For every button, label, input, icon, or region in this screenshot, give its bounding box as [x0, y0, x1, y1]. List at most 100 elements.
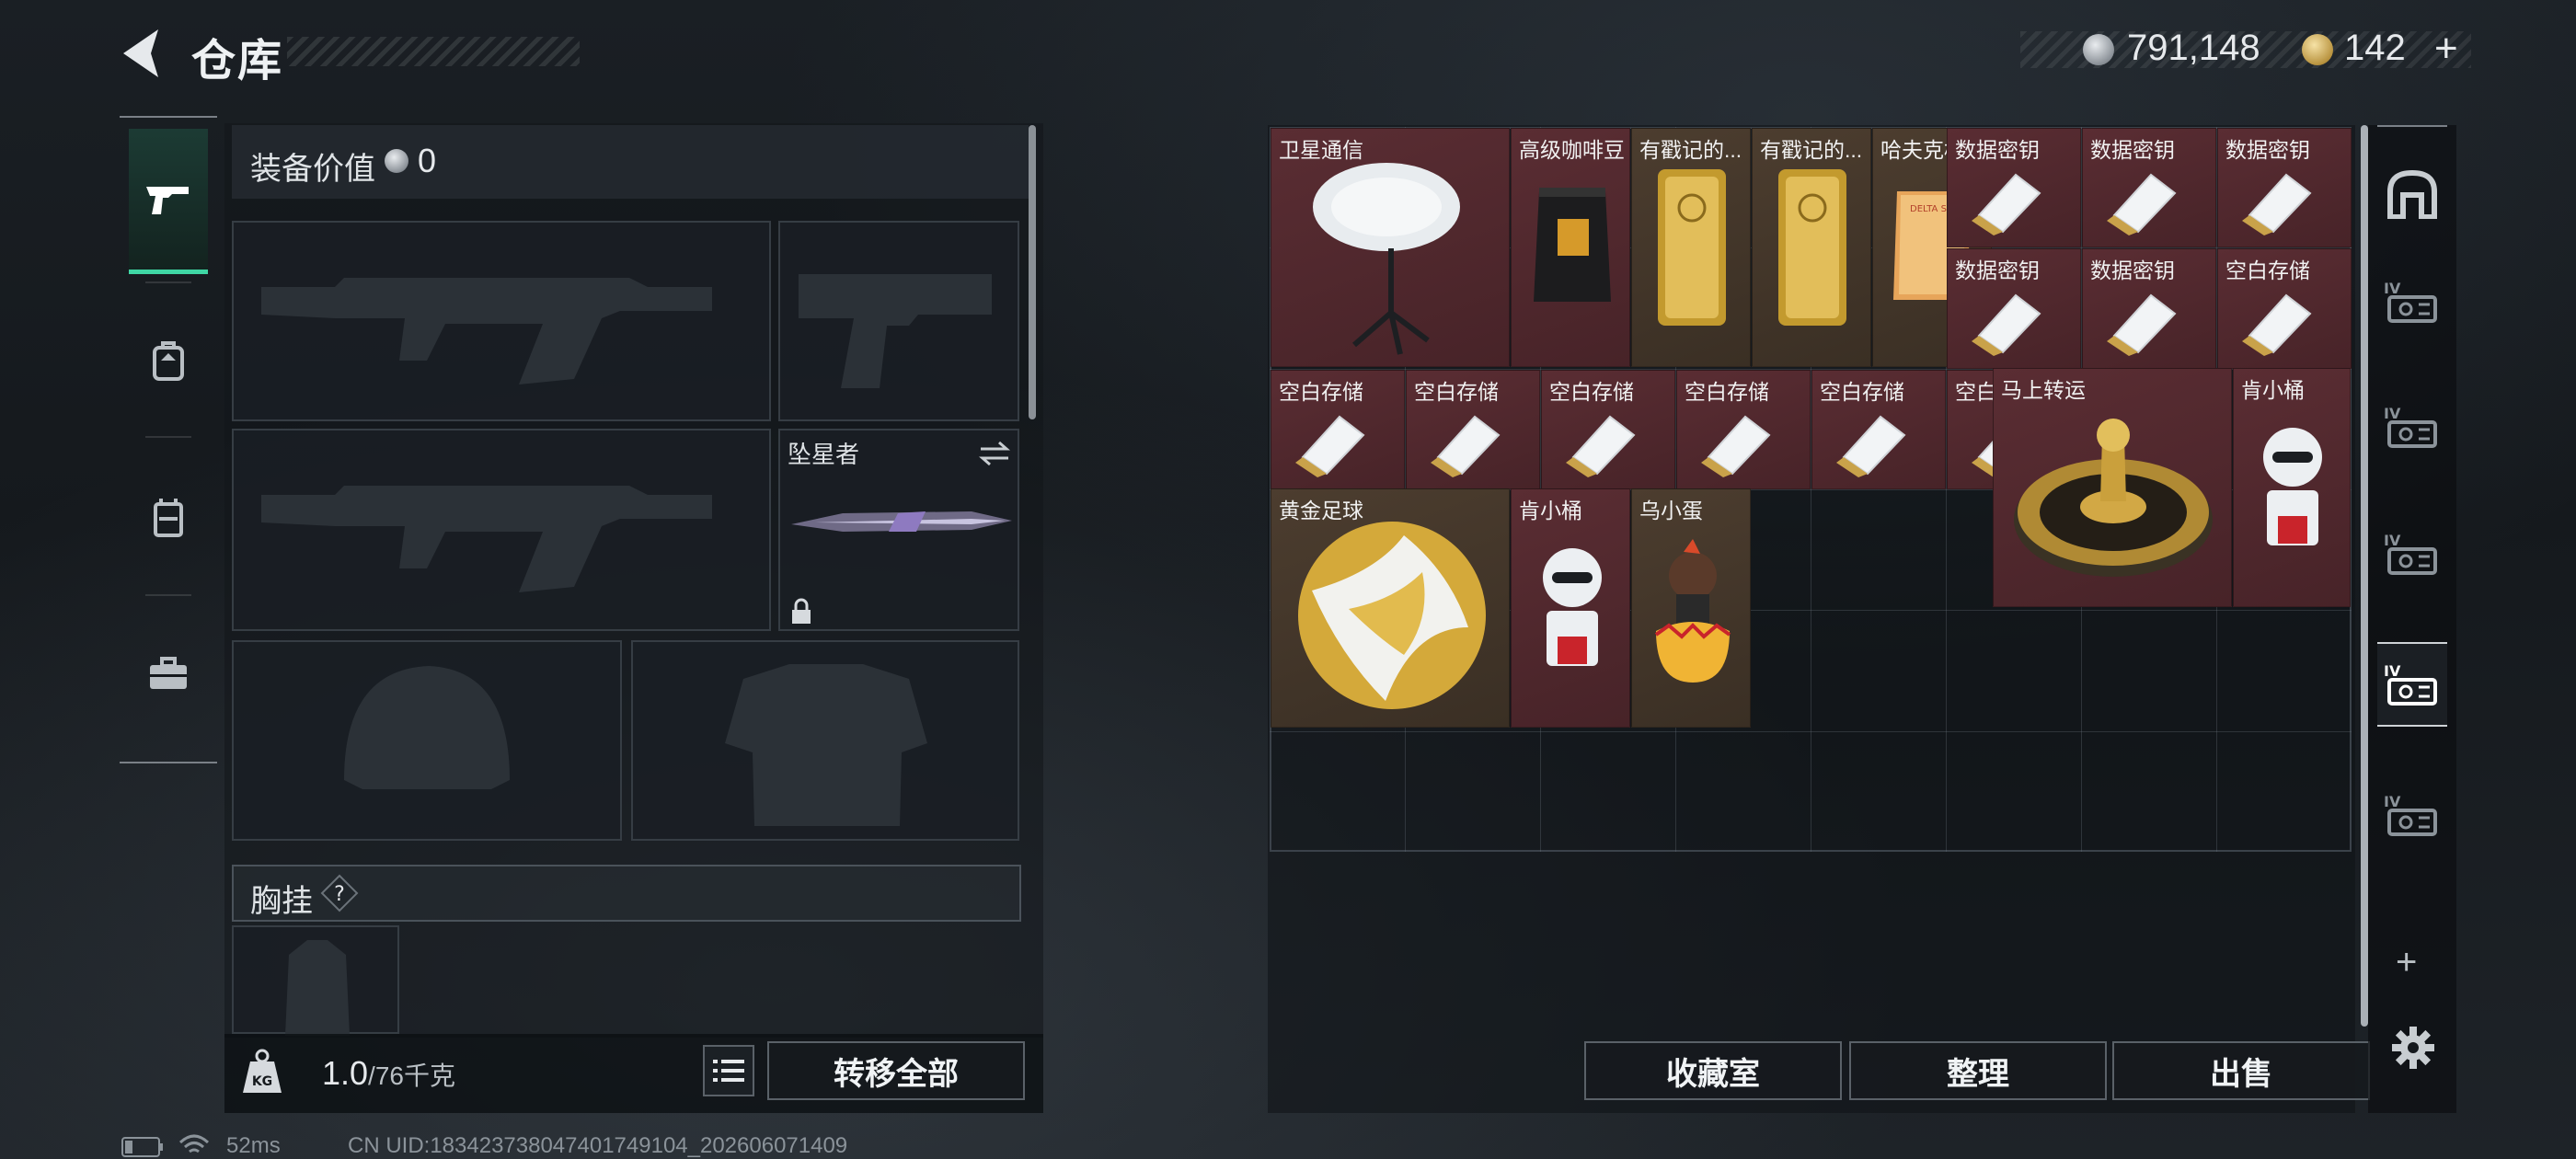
item-name: 数据密钥 — [2090, 138, 2175, 162]
item-data-key-4[interactable]: 数据密钥 — [1947, 248, 2081, 369]
stash-tab-5[interactable]: IV — [2377, 773, 2447, 857]
item-blank-storage-2[interactable]: 空白存储 — [1271, 369, 1405, 489]
stash-scrollbar[interactable] — [2361, 125, 2368, 1027]
usb-key-icon — [1836, 415, 1906, 477]
uid-readout: CN UID:18342373804740174910­4_2026060714… — [348, 1133, 848, 1158]
organize-button[interactable]: 整理 — [1849, 1041, 2107, 1100]
item-data-key-5[interactable]: 数据密钥 — [2082, 248, 2216, 369]
vest-icon — [154, 499, 183, 537]
usb-key-icon — [1701, 415, 1771, 477]
pistol-icon — [146, 186, 189, 214]
case-tier-icon: IV — [2384, 793, 2437, 836]
item-blank-storage-3[interactable]: 空白存储 — [1406, 369, 1540, 489]
tab-rail-divider — [2377, 125, 2447, 127]
kfc-figure-icon — [2263, 428, 2322, 545]
item-golden-football[interactable]: 黄金足球 — [1271, 488, 1510, 728]
tier-label: IV — [2384, 280, 2401, 297]
transfer-all-button[interactable]: 转移全部 — [767, 1041, 1025, 1100]
help-glyph: ? — [334, 883, 345, 906]
melee-slot[interactable]: 坠星者 — [778, 429, 1019, 631]
item-blank-storage-4[interactable]: 空白存储 — [1541, 369, 1675, 489]
item-kfc-bucket-2[interactable]: 肯小桶 — [1511, 488, 1630, 728]
item-blank-storage-5[interactable]: 空白存储 — [1676, 369, 1811, 489]
rail-divider — [120, 116, 217, 118]
equipment-scrollbar[interactable] — [1029, 125, 1036, 419]
add-stash-tab-button[interactable]: + — [2396, 942, 2417, 983]
case-tier-icon: IV — [2384, 662, 2437, 706]
rail-tab-case[interactable] — [129, 602, 208, 747]
chest-rig-slot[interactable] — [232, 925, 399, 1036]
rail-tab-weapons[interactable] — [129, 129, 208, 274]
rail-tab-vest[interactable] — [129, 445, 208, 591]
item-name: 空白存储 — [1549, 379, 1634, 404]
primary-weapon-slot[interactable] — [232, 221, 771, 421]
help-icon[interactable]: ? — [320, 874, 359, 912]
usb-key-icon — [1972, 293, 2041, 357]
armor-slot[interactable] — [631, 640, 1019, 841]
swap-icon[interactable] — [977, 440, 1012, 467]
item-name: 空白存储 — [1685, 379, 1769, 404]
item-name: 有戳记的... — [1760, 138, 1863, 162]
topup-button[interactable]: + — [2434, 26, 2458, 72]
weight-current: 1.0 — [322, 1054, 369, 1092]
item-wu-egg[interactable]: 乌小蛋 — [1631, 488, 1751, 728]
item-data-key-1[interactable]: 数据密钥 — [1947, 128, 2081, 248]
collection-room-button[interactable]: 收藏室 — [1584, 1041, 1842, 1100]
list-view-button[interactable] — [703, 1045, 754, 1096]
egg-figure-icon — [1654, 539, 1731, 683]
item-kfc-bucket-1[interactable]: 肯小桶 — [2233, 368, 2351, 607]
item-coffee[interactable]: 高级咖啡豆 — [1511, 128, 1630, 367]
rifle-placeholder-icon — [261, 486, 712, 592]
item-name: 空白存储 — [1820, 379, 1904, 404]
usb-key-icon — [2242, 173, 2312, 235]
item-gold-bar-2[interactable]: 有戳记的... — [1752, 128, 1871, 367]
equipment-value-label: 装备价值 — [250, 152, 375, 187]
tier-label: IV — [2384, 405, 2401, 422]
silver-coin-icon — [2083, 34, 2114, 65]
rail-divider — [120, 762, 217, 763]
item-name: 数据密钥 — [1955, 258, 2040, 283]
item-name: 空白存储 — [1279, 379, 1363, 404]
rail-tab-backpack[interactable] — [129, 289, 208, 434]
usb-key-icon — [1431, 415, 1501, 477]
gold-balance: 142 — [2344, 28, 2406, 68]
weight-capacity: 1.0/76千克 — [322, 1054, 455, 1093]
item-turntable[interactable]: 马上转运 — [1993, 368, 2232, 607]
stash-tab-3[interactable]: IV — [2377, 511, 2447, 596]
item-name: 乌小蛋 — [1639, 499, 1703, 522]
ping-readout: 52ms — [226, 1133, 281, 1158]
helmet-placeholder-icon — [344, 666, 510, 789]
battery-icon — [121, 1137, 163, 1157]
satellite-dish-icon — [1313, 163, 1460, 355]
equipment-value: 0 — [418, 142, 437, 179]
item-data-key-3[interactable]: 数据密钥 — [2217, 128, 2352, 248]
stash-tab-main[interactable] — [2377, 151, 2447, 235]
football-icon — [1298, 522, 1486, 709]
melee-name: 坠星者 — [788, 441, 860, 468]
item-satellite[interactable]: 卫星通信 — [1271, 128, 1510, 367]
item-blank-storage-1[interactable]: 空白存储 — [2217, 248, 2352, 369]
item-name: 有戳记的... — [1639, 138, 1742, 162]
item-gold-bar-1[interactable]: 有戳记的... — [1631, 128, 1751, 367]
sell-button[interactable]: 出售 — [2112, 1041, 2370, 1100]
coffee-bag-icon — [1534, 188, 1611, 302]
item-data-key-2[interactable]: 数据密钥 — [2082, 128, 2216, 248]
chest-rig-placeholder-icon — [285, 940, 350, 1036]
vault-icon — [2387, 169, 2437, 219]
silver-coin-icon — [385, 149, 408, 173]
secondary-weapon-slot[interactable] — [232, 429, 771, 631]
stash-tab-2[interactable]: IV — [2377, 384, 2447, 469]
usb-key-icon — [2107, 173, 2177, 235]
silver-balance: 791,148 — [2127, 28, 2260, 68]
title-decoration — [287, 37, 580, 66]
stash-tab-4[interactable]: IV — [2377, 642, 2447, 727]
settings-gear-icon[interactable] — [2390, 1025, 2436, 1071]
stash-tab-1[interactable]: IV — [2377, 259, 2447, 344]
item-name: 数据密钥 — [2225, 138, 2310, 162]
helmet-slot[interactable] — [232, 640, 622, 841]
back-arrow-icon[interactable] — [118, 26, 164, 81]
item-name: 数据密钥 — [2090, 258, 2175, 283]
sidearm-slot[interactable] — [778, 221, 1019, 421]
item-name: 空白存储 — [2225, 258, 2310, 283]
item-blank-storage-6[interactable]: 空白存储 — [1811, 369, 1946, 489]
